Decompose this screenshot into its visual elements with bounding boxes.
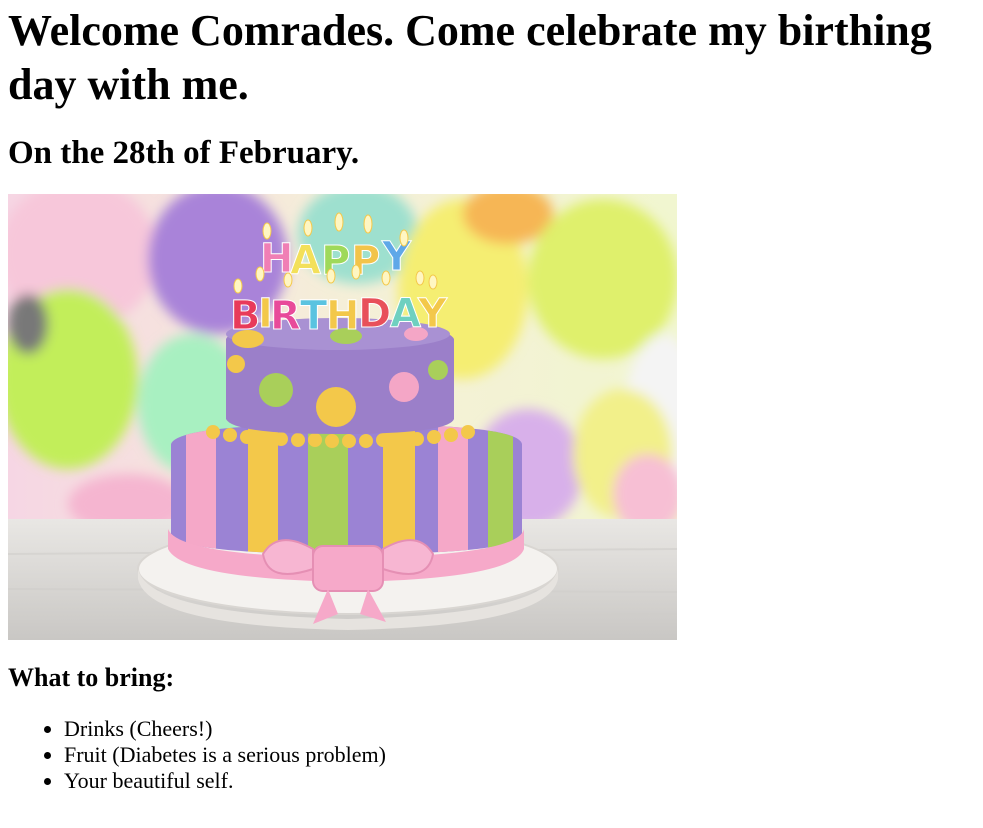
svg-text:A: A [390,291,421,337]
svg-text:P: P [321,238,350,284]
page-content: Welcome Comrades. Come celebrate my birt… [0,4,983,794]
svg-text:R: R [270,293,301,339]
page-title: Welcome Comrades. Come celebrate my birt… [8,6,932,109]
svg-text:A: A [290,238,321,284]
svg-text:H: H [326,293,359,339]
list-item: Drinks (Cheers!) [64,716,975,742]
bring-list: Drinks (Cheers!) Fruit (Diabetes is a se… [8,716,975,794]
date-heading: On the 28th of February. [8,135,360,171]
svg-text:T: T [300,293,328,339]
bring-heading: What to bring: [8,663,175,692]
list-item: Your beautiful self. [64,768,975,794]
svg-text:B: B [230,293,261,339]
list-item: Fruit (Diabetes is a serious problem) [64,742,975,768]
birthday-cake-image: H A P P Y B I R T H D A Y [8,194,677,640]
svg-text:Y: Y [417,291,448,337]
svg-text:D: D [358,291,391,337]
